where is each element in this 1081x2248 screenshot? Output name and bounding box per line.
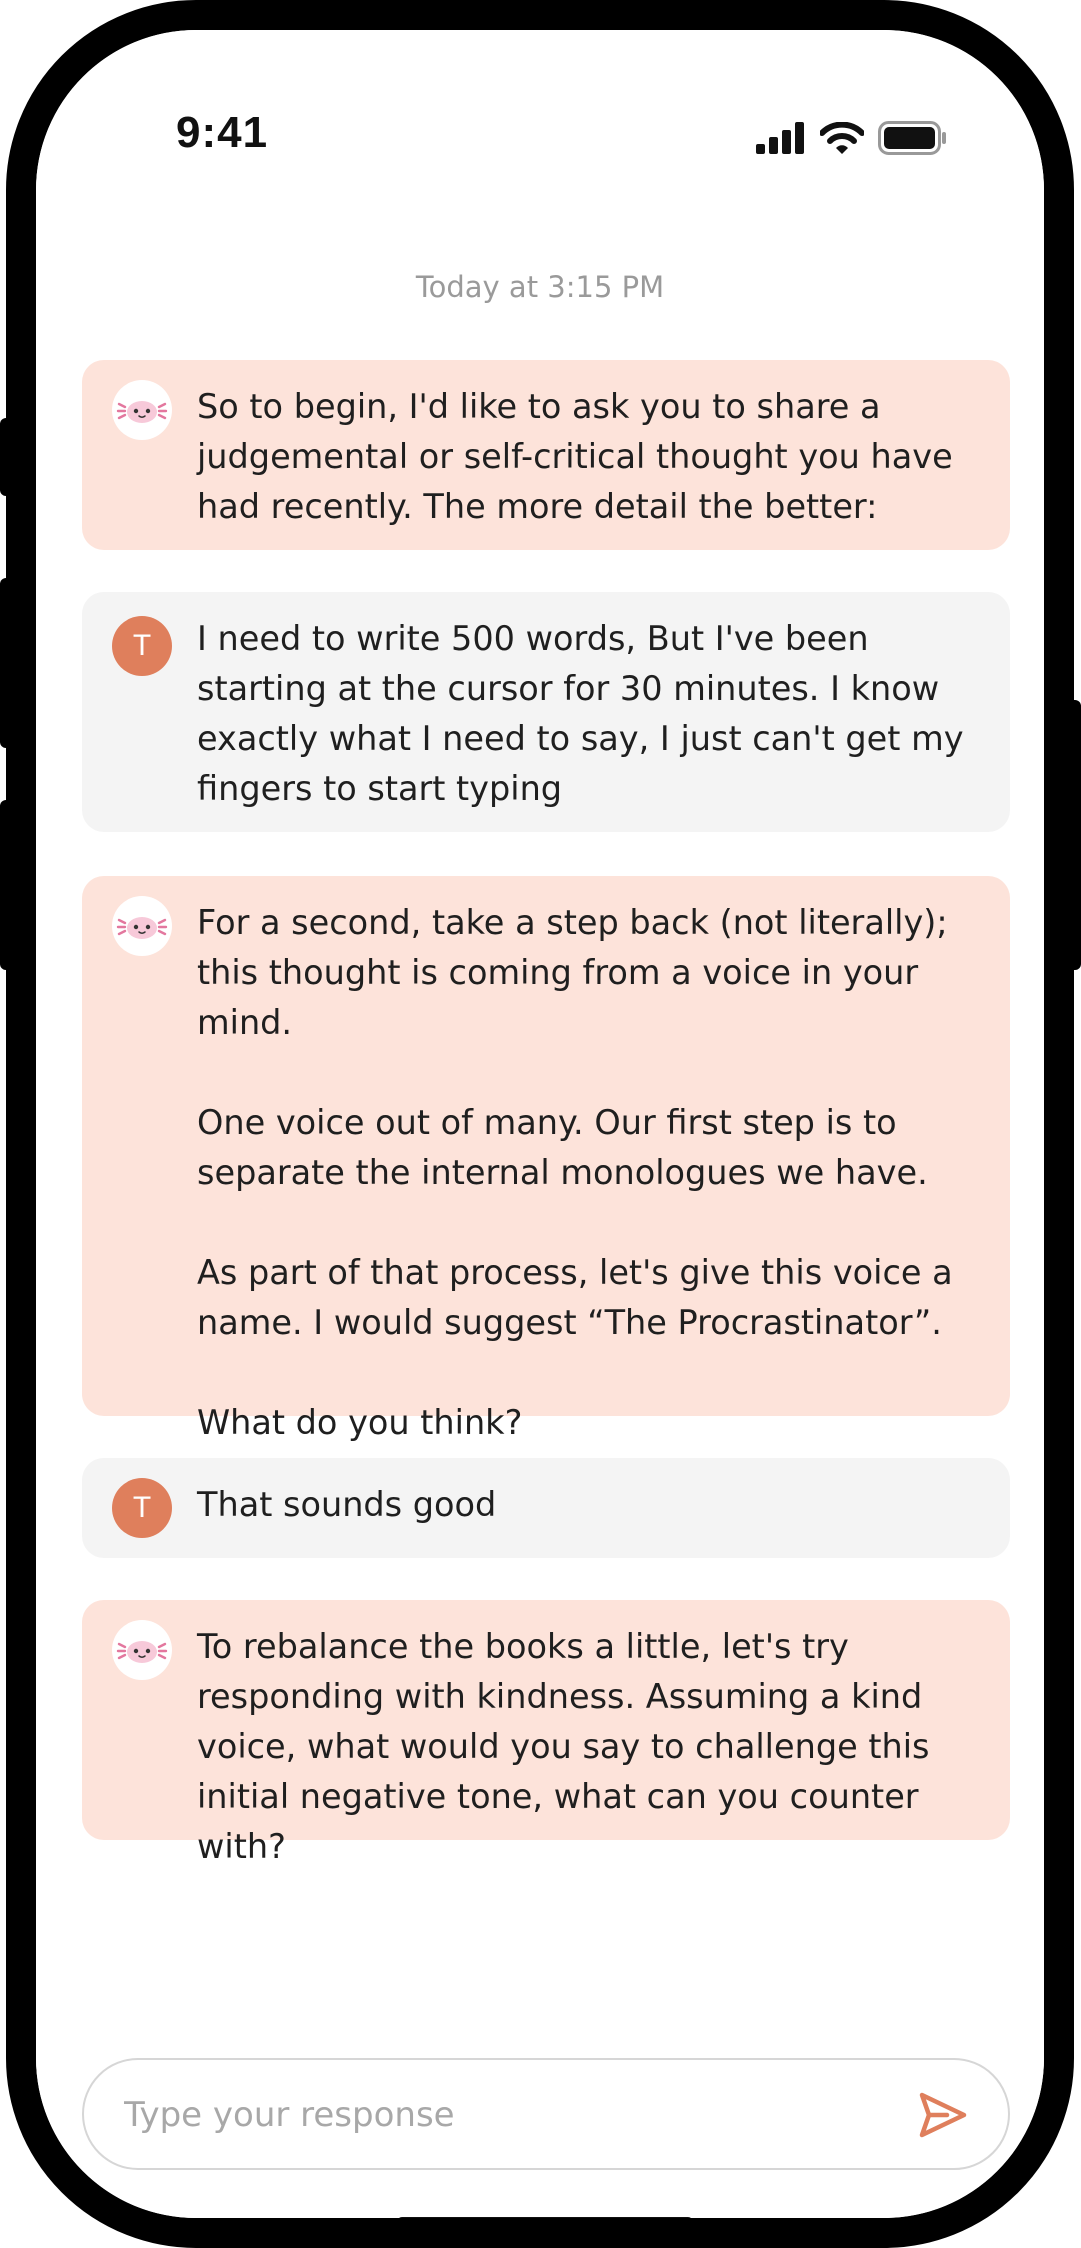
conversation-timestamp: Today at 3:15 PM — [415, 270, 665, 304]
user-avatar: T — [112, 616, 172, 676]
chat-screen: 9:41 Today at 3:15 PM So to begin, I'd l… — [36, 30, 1044, 2218]
axolotl-icon — [116, 1641, 168, 1663]
message-paragraph: One voice out of many. Our first step is… — [197, 1103, 928, 1192]
status-time: 9:41 — [176, 108, 269, 157]
bot-message: For a second, take a step back (not lite… — [82, 876, 1010, 1442]
message-paragraph: What do you think? — [197, 1403, 523, 1442]
message-text: To rebalance the books a little, let's t… — [197, 1622, 980, 1872]
bot-avatar — [112, 1620, 172, 1680]
battery-icon — [878, 121, 948, 159]
message-paragraph: As part of that process, let's give this… — [197, 1253, 953, 1342]
signal-icon — [756, 122, 806, 158]
message-paragraph: That sounds good — [197, 1485, 497, 1524]
message-text: That sounds good — [197, 1480, 980, 1530]
message-paragraph: I need to write 500 words, But I've been… — [197, 619, 964, 808]
user-message: T That sounds good — [82, 1458, 1010, 1558]
phone-frame: 9:41 Today at 3:15 PM So to begin, I'd l… — [6, 0, 1074, 2248]
message-text: So to begin, I'd like to ask you to shar… — [197, 382, 980, 532]
message-text: For a second, take a step back (not lite… — [197, 898, 980, 1448]
axolotl-icon — [116, 401, 168, 423]
user-message: T I need to write 500 words, But I've be… — [82, 592, 1010, 832]
send-button[interactable] — [914, 2086, 972, 2144]
bot-avatar — [112, 380, 172, 440]
wifi-icon — [819, 121, 865, 158]
message-text: I need to write 500 words, But I've been… — [197, 614, 980, 814]
message-paragraph: To rebalance the books a little, let's t… — [197, 1627, 930, 1866]
response-input[interactable] — [122, 2060, 866, 2170]
bot-message: So to begin, I'd like to ask you to shar… — [82, 360, 1010, 550]
message-paragraph: For a second, take a step back (not lite… — [197, 903, 948, 1042]
message-paragraph: So to begin, I'd like to ask you to shar… — [197, 387, 953, 526]
home-indicator[interactable] — [397, 2217, 693, 2218]
axolotl-icon — [116, 917, 168, 939]
bot-message: To rebalance the books a little, let's t… — [82, 1600, 1010, 1866]
send-icon — [919, 2092, 967, 2138]
response-composer — [82, 2058, 1010, 2170]
user-avatar: T — [112, 1478, 172, 1538]
bot-avatar — [112, 896, 172, 956]
stage: 9:41 Today at 3:15 PM So to begin, I'd l… — [0, 0, 1081, 2248]
status-icons — [756, 120, 948, 160]
